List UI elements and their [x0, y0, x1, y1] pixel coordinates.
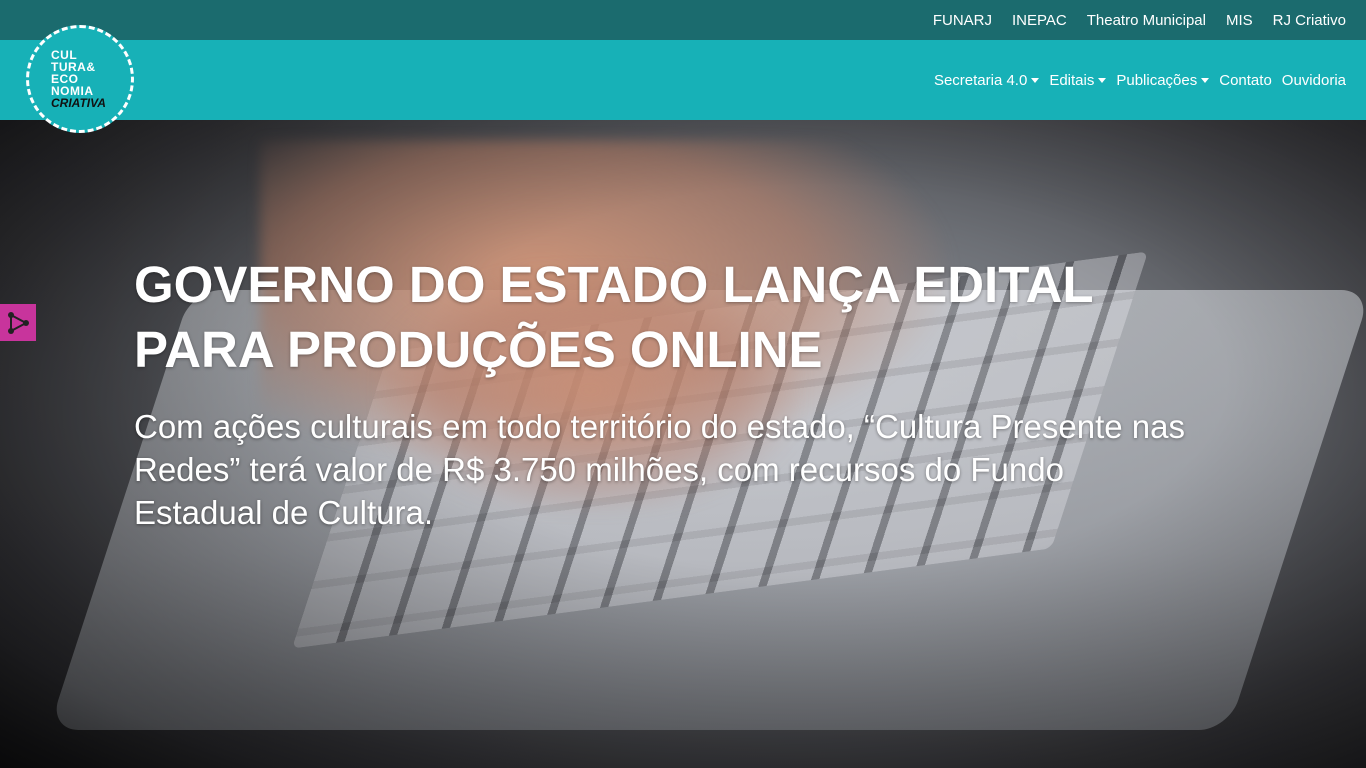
top-bar: FUNARJ INEPAC Theatro Municipal MIS RJ C… — [0, 0, 1366, 40]
top-link-inepac[interactable]: INEPAC — [1012, 12, 1067, 29]
logo-text-5: CRIATIVA — [51, 95, 106, 110]
nav-secretaria-label: Secretaria 4.0 — [933, 71, 1028, 89]
logo-text-4: NOMIA — [51, 83, 94, 98]
nav-editais-dropdown[interactable]: Editais — [1049, 71, 1107, 89]
nav-ouvidoria-label: Ouvidoria — [1281, 71, 1346, 89]
caret-down-icon — [1031, 77, 1040, 83]
nav-editais-label: Editais — [1049, 71, 1095, 89]
top-link-mis[interactable]: MIS — [1226, 12, 1253, 29]
nav-ouvidoria-link[interactable]: Ouvidoria — [1282, 72, 1346, 89]
share-icon — [8, 311, 29, 334]
nav-publicacoes-label: Publicações — [1116, 71, 1198, 89]
caret-down-icon — [1098, 77, 1107, 83]
logo-text-1: CUL — [51, 47, 78, 62]
site-logo[interactable]: CUL TURA& ECO NOMIA CRIATIVA — [26, 25, 134, 133]
nav-contato-link[interactable]: Contato — [1219, 72, 1272, 89]
main-nav: Secretaria 4.0 Editais Publicações Conta… — [934, 40, 1346, 120]
caret-down-icon — [1201, 77, 1210, 83]
logo-text-2: TURA& — [51, 59, 96, 74]
hero-title: GOVERNO DO ESTADO LANÇA EDITAL PARA PROD… — [134, 256, 1093, 378]
share-button[interactable] — [0, 304, 36, 341]
top-link-theatro-municipal[interactable]: Theatro Municipal — [1087, 12, 1206, 29]
nav-contato-label: Contato — [1219, 71, 1272, 89]
nav-secretaria-dropdown[interactable]: Secretaria 4.0 — [933, 71, 1040, 89]
top-link-funarj[interactable]: FUNARJ — [933, 12, 992, 29]
nav-publicacoes-dropdown[interactable]: Publicações — [1116, 71, 1210, 89]
top-link-rj-criativo[interactable]: RJ Criativo — [1273, 12, 1346, 29]
hero-subtitle: Com ações culturais em todo território d… — [134, 408, 1186, 531]
logo-text-3: ECO — [51, 71, 79, 86]
